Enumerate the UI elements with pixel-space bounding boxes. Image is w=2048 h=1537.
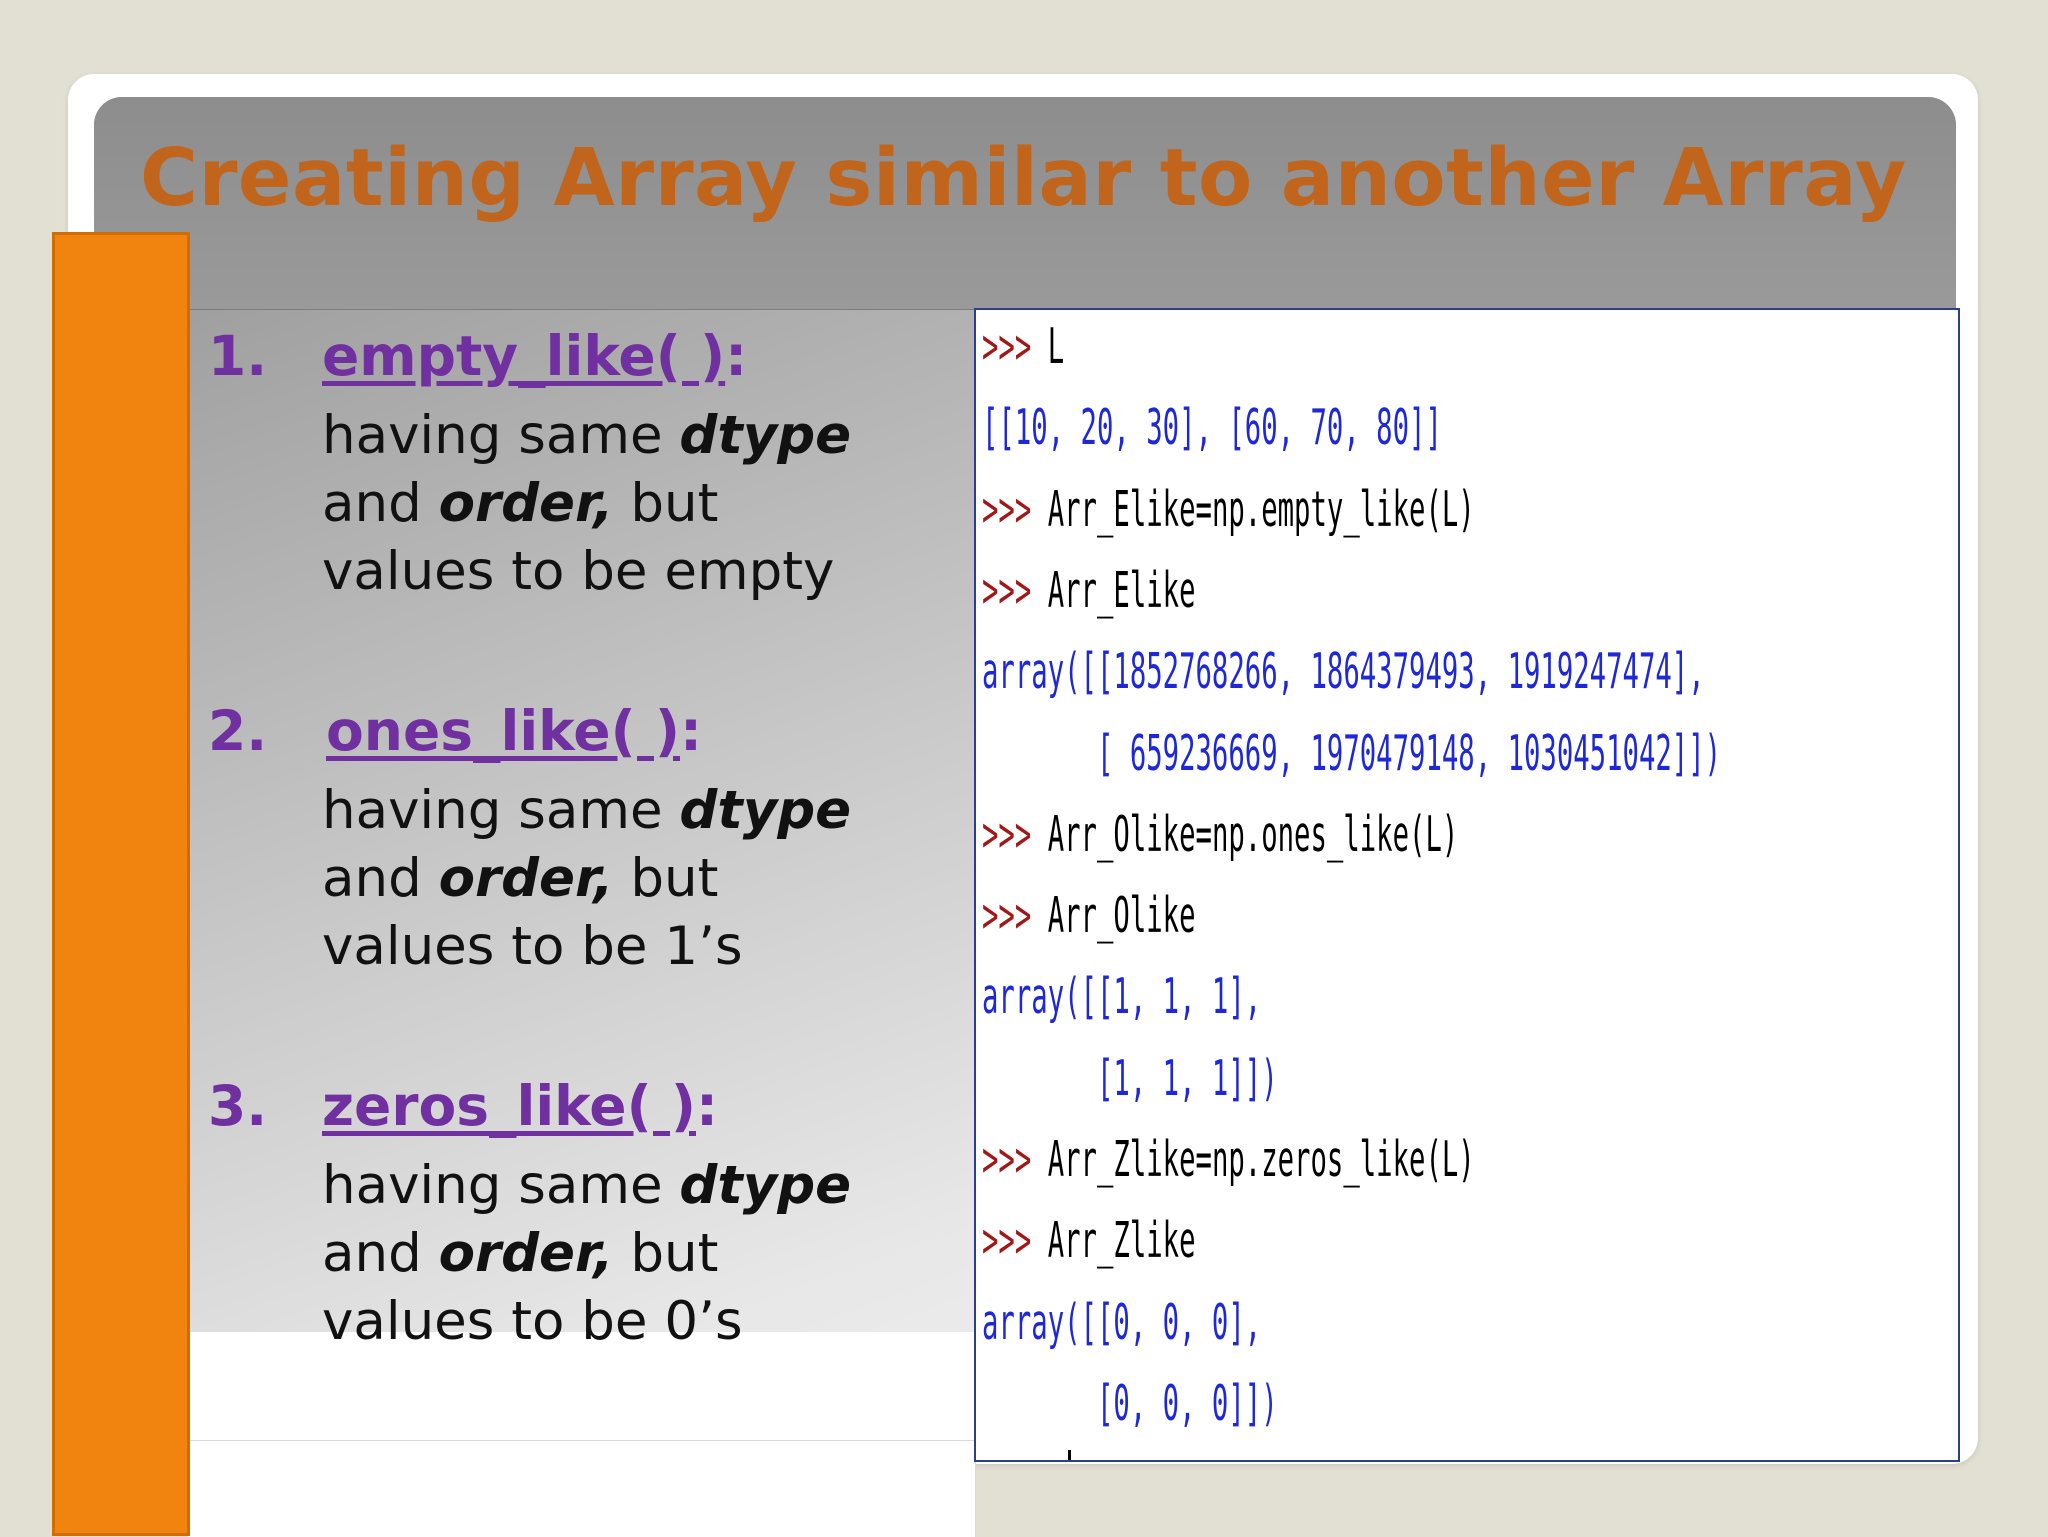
console-command-line: >>> Arr_Elike=np.empty_like(L) (982, 481, 1475, 538)
python-console-screenshot: >>> L [[10, 20, 30], [60, 70, 80]] >>> Arr… (974, 308, 1960, 1462)
console-command-text: Arr_Zlike (1047, 1212, 1196, 1270)
item-colon: : (725, 324, 748, 388)
console-output-text: [[10, 20, 30], [60, 70, 80]] (982, 399, 1442, 457)
accent-bar (52, 232, 190, 1536)
item-colon: : (696, 1074, 718, 1138)
console-command-text: Arr_Olike=np.ones_like(L) (1047, 805, 1459, 863)
desc-line: having same dtype (322, 405, 852, 466)
item-description-empty-like: having same dtype and order, but values … (322, 402, 922, 606)
console-output-line: [[10, 20, 30], [60, 70, 80]] (982, 399, 1442, 456)
item-description-zeros-like: having same dtype and order, but values … (322, 1152, 922, 1356)
desc-line: values to be 0’s (322, 1291, 743, 1352)
console-command-line: >>> Arr_Olike=np.ones_like(L) (982, 806, 1458, 863)
console-prompt: >>> (982, 480, 1048, 538)
desc-line: values to be 1’s (322, 916, 743, 977)
console-output-text: [1, 1, 1]]) (982, 1049, 1278, 1107)
console-output-text: array([[0, 0, 0], (982, 1293, 1262, 1351)
desc-line: values to be empty (322, 541, 835, 602)
item-number: 1. (208, 324, 268, 388)
console-output-text: [0, 0, 0]]) (982, 1374, 1278, 1433)
console-command-line: >>> Arr_Elike (982, 562, 1196, 619)
console-command-line: >>> Arr_Olike (982, 887, 1196, 944)
console-command-text: Arr_Elike=np.empty_like(L) (1047, 480, 1475, 538)
console-output-text: array([[1852768266, 1864379493, 19192474… (982, 643, 1705, 701)
console-command-text: Arr_Olike (1047, 887, 1196, 945)
slide-title: Creating Array similar to another Array (140, 132, 1907, 224)
console-prompt: >>> (982, 805, 1048, 863)
function-link-empty-like[interactable]: empty_like( ) (322, 324, 725, 388)
console-command-line: >>> Arr_Zlike (982, 1212, 1196, 1269)
text-cursor (1068, 1450, 1071, 1460)
console-output-line: array([[1852768266, 1864379493, 19192474… (982, 643, 1705, 700)
desc-line: having same dtype (322, 1155, 852, 1216)
divider (190, 309, 975, 310)
function-link-zeros-like[interactable]: zeros_like( ) (322, 1074, 696, 1138)
console-command-text: Arr_Zlike=np.zeros_like(L) (1047, 1131, 1475, 1189)
bottom-white-block (188, 1440, 976, 1537)
desc-line: and order, but (322, 1223, 719, 1284)
desc-line: and order, but (322, 473, 719, 534)
item-description-ones-like: having same dtype and order, but values … (322, 777, 922, 981)
item-heading-zeros-like: 3. zeros_like( ): (208, 1074, 718, 1138)
console-output-text: [ 659236669, 1970479148, 1030451042]]) (982, 724, 1722, 782)
item-number: 2. (208, 699, 268, 763)
console-output-line: array([[1, 1, 1], (982, 968, 1261, 1025)
console-prompt: >>> (982, 887, 1048, 945)
item-colon: : (680, 699, 703, 763)
console-command-line: >>> L (982, 318, 1064, 375)
console-prompt: >>> (982, 561, 1048, 620)
item-heading-ones-like: 2. ones_like( ): (208, 699, 702, 763)
console-prompt: >>> (982, 318, 1048, 376)
console-command-line: >>> Arr_Zlike=np.zeros_like(L) (982, 1131, 1475, 1188)
function-link-ones-like[interactable]: ones_like( ) (326, 699, 680, 763)
item-number: 3. (208, 1074, 268, 1138)
desc-line: and order, but (322, 848, 719, 909)
console-prompt: >>> (982, 1131, 1048, 1189)
console-output-line: [0, 0, 0]]) (982, 1375, 1278, 1432)
console-command-text: Arr_Elike (1047, 561, 1196, 620)
console-output-text: array([[1, 1, 1], (982, 968, 1262, 1026)
console-output-line: array([[0, 0, 0], (982, 1294, 1261, 1351)
desc-line: having same dtype (322, 780, 852, 841)
item-heading-empty-like: 1. empty_like( ): (208, 324, 747, 388)
console-prompt: >>> (982, 1212, 1048, 1270)
console-output-line: [ 659236669, 1970479148, 1030451042]]) (982, 725, 1721, 782)
console-output-line: [1, 1, 1]]) (982, 1050, 1278, 1107)
console-command-text: L (1047, 318, 1065, 376)
